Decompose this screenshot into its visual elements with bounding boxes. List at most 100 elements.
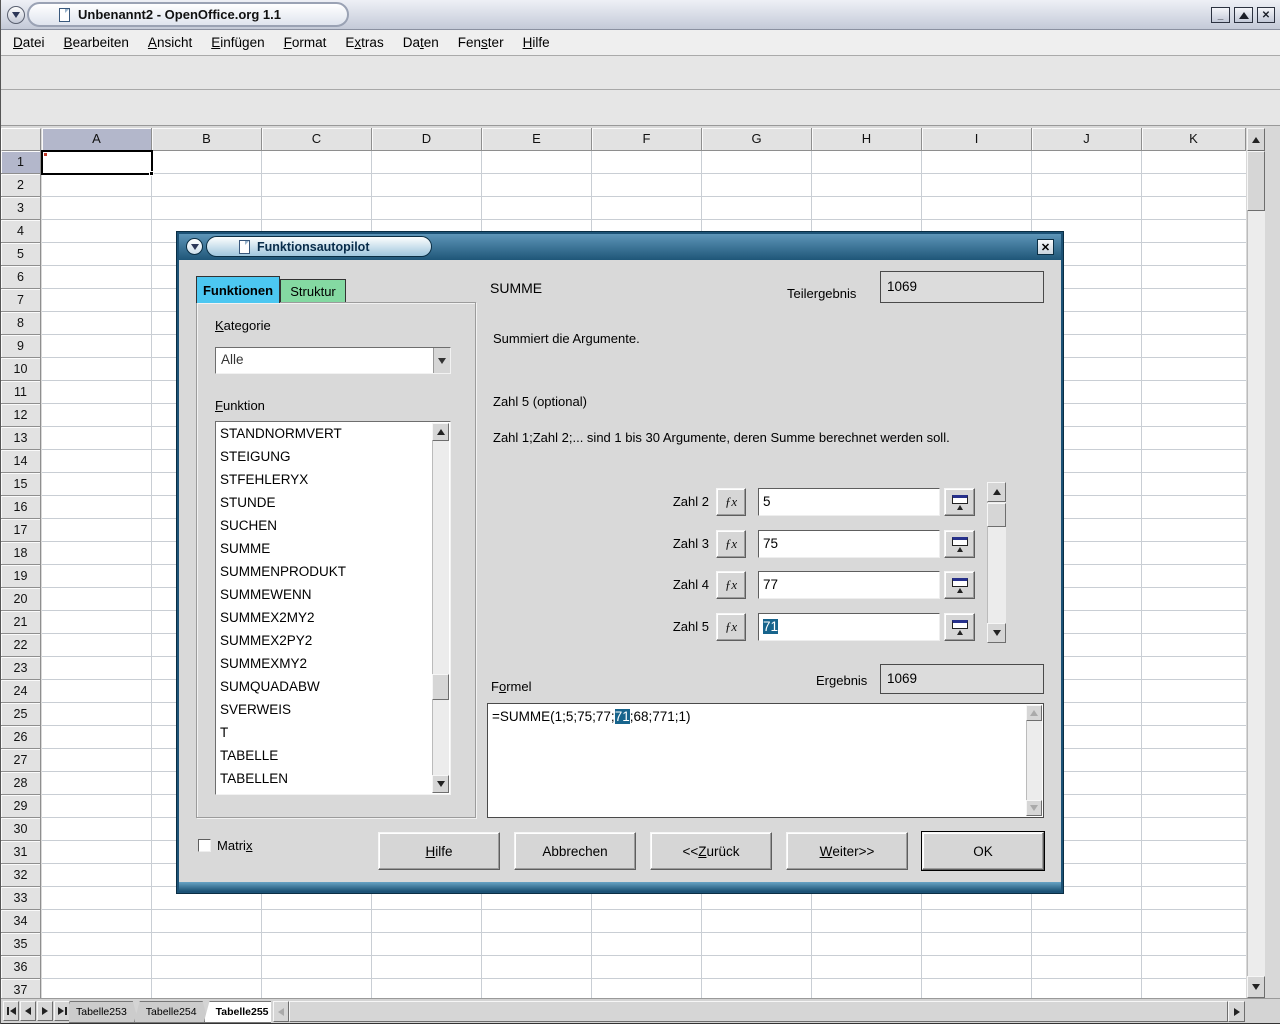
row-header-28[interactable]: 28 [1, 772, 41, 795]
scroll-up-button[interactable] [432, 423, 449, 441]
fx-button[interactable]: ƒx [716, 530, 746, 558]
row-header-9[interactable]: 9 [1, 335, 41, 358]
row-header-3[interactable]: 3 [1, 197, 41, 220]
column-header-D[interactable]: D [372, 128, 482, 151]
row-header-30[interactable]: 30 [1, 818, 41, 841]
sheet-tab-tabelle253[interactable]: Tabelle253 [69, 1001, 139, 1023]
dialog-menu-button[interactable] [186, 238, 203, 255]
row-header-36[interactable]: 36 [1, 956, 41, 979]
function-item-summewenn[interactable]: SUMMEWENN [217, 584, 432, 607]
row-header-35[interactable]: 35 [1, 933, 41, 956]
zurück-button[interactable]: << Zurück [650, 832, 772, 870]
row-header-6[interactable]: 6 [1, 266, 41, 289]
column-header-B[interactable]: B [152, 128, 262, 151]
scroll-down-button[interactable] [1026, 800, 1042, 816]
fx-button[interactable]: ƒx [716, 613, 746, 641]
scroll-down-button[interactable] [987, 623, 1006, 643]
menu-ansicht[interactable]: Ansicht [148, 35, 192, 50]
row-header-4[interactable]: 4 [1, 220, 41, 243]
row-header-7[interactable]: 7 [1, 289, 41, 312]
function-item-stunde[interactable]: STUNDE [217, 492, 432, 515]
row-header-5[interactable]: 5 [1, 243, 41, 266]
row-header-1[interactable]: 1 [1, 151, 41, 174]
column-header-K[interactable]: K [1142, 128, 1246, 151]
row-header-15[interactable]: 15 [1, 473, 41, 496]
function-item-summe[interactable]: SUMME [217, 538, 432, 561]
function-item-standnormvert[interactable]: STANDNORMVERT [217, 423, 432, 446]
row-header-33[interactable]: 33 [1, 887, 41, 910]
row-header-31[interactable]: 31 [1, 841, 41, 864]
fx-button[interactable]: ƒx [716, 571, 746, 599]
menu-fenster[interactable]: Fenster [458, 35, 504, 50]
param-input[interactable]: 5 [758, 488, 940, 516]
function-item-t[interactable]: T [217, 722, 432, 745]
menu-bearbeiten[interactable]: Bearbeiten [64, 35, 129, 50]
row-header-11[interactable]: 11 [1, 381, 41, 404]
column-header-H[interactable]: H [812, 128, 922, 151]
row-header-22[interactable]: 22 [1, 634, 41, 657]
function-item-steigung[interactable]: STEIGUNG [217, 446, 432, 469]
sheet-tab-tabelle255[interactable]: Tabelle255 [204, 1001, 271, 1023]
function-item-summenprodukt[interactable]: SUMMENPRODUKT [217, 561, 432, 584]
parameter-scrollbar-thumb[interactable] [987, 503, 1006, 527]
param-input[interactable]: 77 [758, 571, 940, 599]
function-item-stfehleryx[interactable]: STFEHLERYX [217, 469, 432, 492]
minimize-button[interactable]: _ [1211, 7, 1230, 23]
column-header-J[interactable]: J [1032, 128, 1142, 151]
row-header-23[interactable]: 23 [1, 657, 41, 680]
menu-hilfe[interactable]: Hilfe [523, 35, 550, 50]
shrink-button[interactable] [944, 530, 975, 558]
row-header-14[interactable]: 14 [1, 450, 41, 473]
list-scrollbar-thumb[interactable] [432, 674, 449, 700]
row-header-2[interactable]: 2 [1, 174, 41, 197]
scroll-up-button[interactable] [1026, 705, 1042, 721]
function-item-sumquadabw[interactable]: SUMQUADABW [217, 676, 432, 699]
function-item-summex2my2[interactable]: SUMMEX2MY2 [217, 607, 432, 630]
row-header-24[interactable]: 24 [1, 680, 41, 703]
row-header-20[interactable]: 20 [1, 588, 41, 611]
column-header-F[interactable]: F [592, 128, 702, 151]
last-sheet-button[interactable] [54, 1001, 70, 1021]
menu-format[interactable]: Format [284, 35, 327, 50]
first-sheet-button[interactable] [3, 1001, 19, 1021]
maximize-button[interactable] [1234, 7, 1253, 23]
row-header-32[interactable]: 32 [1, 864, 41, 887]
shrink-button[interactable] [944, 613, 975, 641]
window-menu-button[interactable] [7, 6, 25, 24]
abbrechen-button[interactable]: Abbrechen [514, 832, 636, 870]
horizontal-scrollbar-thumb[interactable] [289, 1001, 1228, 1022]
row-header-21[interactable]: 21 [1, 611, 41, 634]
column-header-E[interactable]: E [482, 128, 592, 151]
row-header-13[interactable]: 13 [1, 427, 41, 450]
fx-button[interactable]: ƒx [716, 488, 746, 516]
scroll-down-button[interactable] [432, 775, 449, 793]
scroll-left-button[interactable] [273, 1001, 289, 1022]
menu-extras[interactable]: Extras [345, 35, 383, 50]
menu-daten[interactable]: Daten [403, 35, 439, 50]
ok-button[interactable]: OK [922, 832, 1044, 870]
row-header-26[interactable]: 26 [1, 726, 41, 749]
row-header-19[interactable]: 19 [1, 565, 41, 588]
menu-datei[interactable]: Datei [13, 35, 45, 50]
dialog-close-button[interactable]: ✕ [1037, 239, 1054, 255]
scroll-up-button[interactable] [1247, 128, 1265, 151]
shrink-button[interactable] [944, 571, 975, 599]
sheet-tab-tabelle254[interactable]: Tabelle254 [134, 1001, 209, 1023]
row-header-18[interactable]: 18 [1, 542, 41, 565]
row-header-12[interactable]: 12 [1, 404, 41, 427]
shrink-button[interactable] [944, 488, 975, 516]
column-header-A[interactable]: A [42, 128, 152, 151]
function-item-tabellen[interactable]: TABELLEN [217, 768, 432, 791]
category-combo[interactable]: Alle [215, 347, 451, 374]
row-header-34[interactable]: 34 [1, 910, 41, 933]
close-button[interactable]: ✕ [1257, 7, 1275, 23]
vertical-scrollbar[interactable] [1247, 128, 1265, 998]
select-all-corner[interactable] [1, 128, 41, 151]
row-header-10[interactable]: 10 [1, 358, 41, 381]
function-listbox[interactable]: STANDNORMVERTSTEIGUNGSTFEHLERYXSTUNDESUC… [215, 421, 451, 795]
scroll-down-button[interactable] [1247, 976, 1265, 998]
function-item-summexmy2[interactable]: SUMMEXMY2 [217, 653, 432, 676]
row-header-16[interactable]: 16 [1, 496, 41, 519]
function-item-sverweis[interactable]: SVERWEIS [217, 699, 432, 722]
column-header-G[interactable]: G [702, 128, 812, 151]
